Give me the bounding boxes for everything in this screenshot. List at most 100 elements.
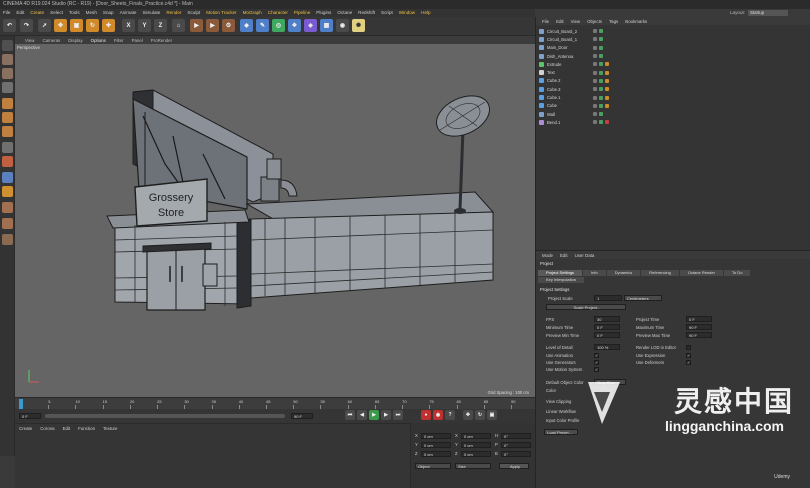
goto-end-icon[interactable]: ⏭ bbox=[393, 410, 403, 420]
start-frame-field[interactable]: 0 F bbox=[19, 413, 41, 419]
menu-mograph[interactable]: MoGraph bbox=[243, 9, 262, 17]
visibility-check-icon[interactable] bbox=[599, 87, 603, 92]
array-icon[interactable]: ❖ bbox=[288, 19, 301, 32]
visibility-check-icon[interactable] bbox=[599, 29, 603, 34]
move-tool-icon[interactable]: ✥ bbox=[54, 19, 67, 32]
material-menu-edit[interactable]: Edit bbox=[63, 426, 71, 431]
visibility-check-icon[interactable] bbox=[599, 54, 603, 59]
layer-icon[interactable] bbox=[593, 62, 597, 67]
tab-key-interpolation[interactable]: Key Interpolation bbox=[538, 277, 585, 283]
pen-spline-icon[interactable]: ✎ bbox=[256, 19, 269, 32]
coordinate-system-icon[interactable]: ⌂ bbox=[172, 19, 185, 32]
light-icon[interactable]: ✺ bbox=[352, 19, 365, 32]
prev-frame-icon[interactable]: ◀ bbox=[357, 410, 367, 420]
object-row[interactable]: Cube.1 bbox=[539, 93, 804, 101]
menu-render[interactable]: Render bbox=[166, 9, 181, 17]
coord-size-1[interactable]: 0 cm bbox=[461, 442, 491, 448]
camera-icon[interactable]: ◉ bbox=[336, 19, 349, 32]
lock-workplane-icon[interactable] bbox=[2, 202, 13, 213]
layer-icon[interactable] bbox=[593, 37, 597, 42]
texture-mode-icon[interactable] bbox=[2, 68, 13, 79]
coord-rot-1[interactable]: 0° bbox=[501, 442, 531, 448]
object-row[interactable]: Dish_Antenna bbox=[539, 52, 804, 60]
object-row[interactable]: Circuit_Board_2 bbox=[539, 27, 804, 35]
object-row[interactable]: Main_Door bbox=[539, 44, 804, 52]
coord-size-0[interactable]: 0 cm bbox=[461, 433, 491, 439]
menu-motion-tracker[interactable]: Motion Tracker bbox=[206, 9, 236, 17]
tab-dynamics[interactable]: Dynamics bbox=[606, 270, 641, 276]
viewport-menu-prorender[interactable]: ProRender bbox=[151, 38, 172, 43]
redo-icon[interactable]: ↷ bbox=[20, 19, 33, 32]
timeline-ruler[interactable]: 051015202530354045505560657075808590 bbox=[15, 397, 535, 409]
attr-field[interactable]: 0 F bbox=[686, 316, 712, 322]
menu-window[interactable]: Window bbox=[399, 9, 415, 17]
layer-icon[interactable] bbox=[593, 103, 597, 108]
visibility-check-icon[interactable] bbox=[599, 95, 603, 100]
object-row[interactable]: Cube bbox=[539, 102, 804, 110]
key-position-icon[interactable]: ✥ bbox=[463, 410, 473, 420]
render-picture-viewer-icon[interactable]: ▶ bbox=[206, 19, 219, 32]
visibility-check-icon[interactable] bbox=[599, 70, 603, 75]
layout-select[interactable]: Startup bbox=[748, 10, 788, 16]
tab-to-do[interactable]: To Do bbox=[723, 270, 751, 276]
workplane-icon[interactable] bbox=[2, 82, 13, 93]
tab-referencing[interactable]: Referencing bbox=[641, 270, 679, 276]
viewport-menu-view[interactable]: View bbox=[25, 38, 34, 43]
menu-pipeline[interactable]: Pipeline bbox=[294, 9, 310, 17]
make-editable-icon[interactable] bbox=[2, 40, 13, 51]
end-frame-field[interactable]: 90 F bbox=[291, 413, 313, 419]
am-menu-mode[interactable]: Mode bbox=[542, 253, 553, 258]
attr-field[interactable]: 90 F bbox=[686, 332, 712, 338]
viewport-menu-display[interactable]: Display bbox=[68, 38, 82, 43]
coord-apply-button[interactable]: Apply bbox=[499, 463, 529, 469]
rotate-tool-icon[interactable]: ↻ bbox=[86, 19, 99, 32]
render-view-icon[interactable]: ▶ bbox=[190, 19, 203, 32]
layer-icon[interactable] bbox=[593, 87, 597, 92]
preview-range-slider[interactable] bbox=[45, 414, 285, 418]
material-menu-create[interactable]: Create bbox=[19, 426, 32, 431]
menu-script[interactable]: Script bbox=[381, 9, 393, 17]
object-row[interactable]: Text bbox=[539, 69, 804, 77]
material-menu-corona[interactable]: Corona bbox=[40, 426, 54, 431]
attr-checkbox[interactable]: ✓ bbox=[594, 360, 599, 365]
visibility-check-icon[interactable] bbox=[599, 78, 603, 83]
axis-x-button[interactable]: X bbox=[122, 19, 135, 32]
points-mode-icon[interactable] bbox=[2, 98, 13, 109]
material-tag-icon[interactable] bbox=[605, 95, 609, 100]
material-tag-icon[interactable] bbox=[605, 62, 609, 67]
attr-field[interactable]: 90 F bbox=[686, 324, 712, 330]
viewport-menu-cameras[interactable]: Cameras bbox=[42, 38, 60, 43]
planar-workplane-icon[interactable] bbox=[2, 218, 13, 229]
menu-file[interactable]: File bbox=[3, 9, 10, 17]
coord-mode-size-select[interactable]: Size bbox=[455, 463, 491, 469]
tab-project-settings[interactable]: Project Settings bbox=[538, 270, 583, 276]
menu-plugins[interactable]: Plugins bbox=[316, 9, 331, 17]
undo-icon[interactable]: ↶ bbox=[3, 19, 16, 32]
am-menu-user-data[interactable]: User Data bbox=[575, 253, 595, 258]
visibility-check-icon[interactable] bbox=[599, 103, 603, 108]
coord-rot-2[interactable]: 0° bbox=[501, 451, 531, 457]
render-settings-icon[interactable]: ⚙ bbox=[222, 19, 235, 32]
goto-start-icon[interactable]: ⏮ bbox=[345, 410, 355, 420]
menu-character[interactable]: Character bbox=[268, 9, 288, 17]
tab-octane-render[interactable]: Octane Render bbox=[679, 270, 723, 276]
object-row[interactable]: Wall bbox=[539, 110, 804, 118]
menu-tools[interactable]: Tools bbox=[69, 9, 80, 17]
visibility-check-icon[interactable] bbox=[599, 112, 603, 117]
viewport-menu-filter[interactable]: Filter bbox=[114, 38, 124, 43]
coord-mode-object-select[interactable]: Object bbox=[415, 463, 451, 469]
subdivision-surface-icon[interactable]: ◎ bbox=[272, 19, 285, 32]
layer-icon[interactable] bbox=[593, 95, 597, 100]
object-row[interactable]: Bend.1 bbox=[539, 118, 804, 126]
viewport-menu-panel[interactable]: Panel bbox=[132, 38, 143, 43]
layer-icon[interactable] bbox=[593, 70, 597, 75]
key-rotation-icon[interactable]: ↻ bbox=[475, 410, 485, 420]
material-tag-icon[interactable] bbox=[605, 103, 609, 108]
visibility-check-icon[interactable] bbox=[599, 37, 603, 42]
coord-size-2[interactable]: 0 cm bbox=[461, 451, 491, 457]
attr-field[interactable]: 0 F bbox=[594, 324, 620, 330]
enable-axis-icon[interactable] bbox=[2, 142, 13, 153]
viewport-solo-icon[interactable] bbox=[2, 234, 13, 245]
object-row[interactable]: Extrude bbox=[539, 60, 804, 68]
menu-animate[interactable]: Animate bbox=[120, 9, 137, 17]
